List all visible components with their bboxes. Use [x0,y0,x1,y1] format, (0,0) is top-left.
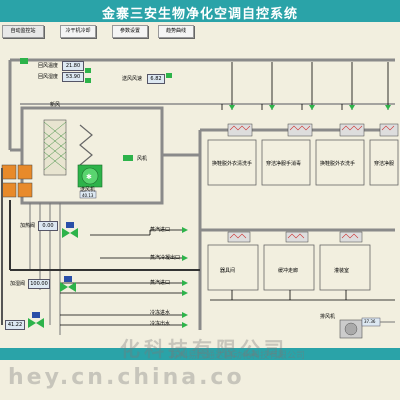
exhaust-fan-value: 37.36 [364,319,376,324]
pipe-water-in-label: 冷冻进水 [150,310,171,316]
pipe-steam-in2-label: 蒸汽进口 [150,280,171,286]
return-hum-label: 回风湿度 [38,74,59,80]
pipe-water-out-label: 冷冻出水 [150,321,171,327]
wind-valve-label: 风机 [137,156,148,162]
return-temp-value: 21.80 [62,61,84,71]
fan-label: 送风机 [80,187,96,193]
room-label-3: 换鞋脱外衣洗手 [320,161,356,167]
room-label-4: 穿洁净服 [374,161,395,167]
room-label-5: 器具间 [220,268,236,274]
watermark-footer: 苏州易控通达自动化科技有限公司 [170,351,306,361]
exhaust-fan-label: 排风机 [320,314,336,320]
svg-text:✱: ✱ [86,173,92,181]
room-label-2: 穿洁净服手消毒 [266,161,302,167]
return-press-label: 送风风速 [122,76,143,82]
return-hum-value: 53.90 [62,72,84,82]
fan-freq-value: 40.13 [82,193,94,198]
humid-valve-label: 加湿阀 [10,281,26,287]
return-press-value: 6.82 [147,74,165,84]
cool-valve-value: 41.22 [5,320,25,330]
fresh-air-label: 新风 [50,102,61,108]
return-temp-label: 回风温度 [38,63,59,69]
heat-valve-label: 加热阀 [20,223,36,229]
humid-valve-value: 100.00 [28,279,50,289]
pipe-steam-in-label: 蒸汽进口 [150,227,171,233]
watermark-url: hey.cn.china.co [8,365,245,390]
heat-valve-value: 0.00 [38,221,58,231]
pipe-steam-out-label: 蒸汽冷凝出口 [150,255,181,261]
room-label-6: 缓冲走廊 [278,268,299,274]
room-label-7: 灌装室 [334,268,350,274]
room-label-1: 换鞋脱外衣清洗手 [212,161,253,167]
